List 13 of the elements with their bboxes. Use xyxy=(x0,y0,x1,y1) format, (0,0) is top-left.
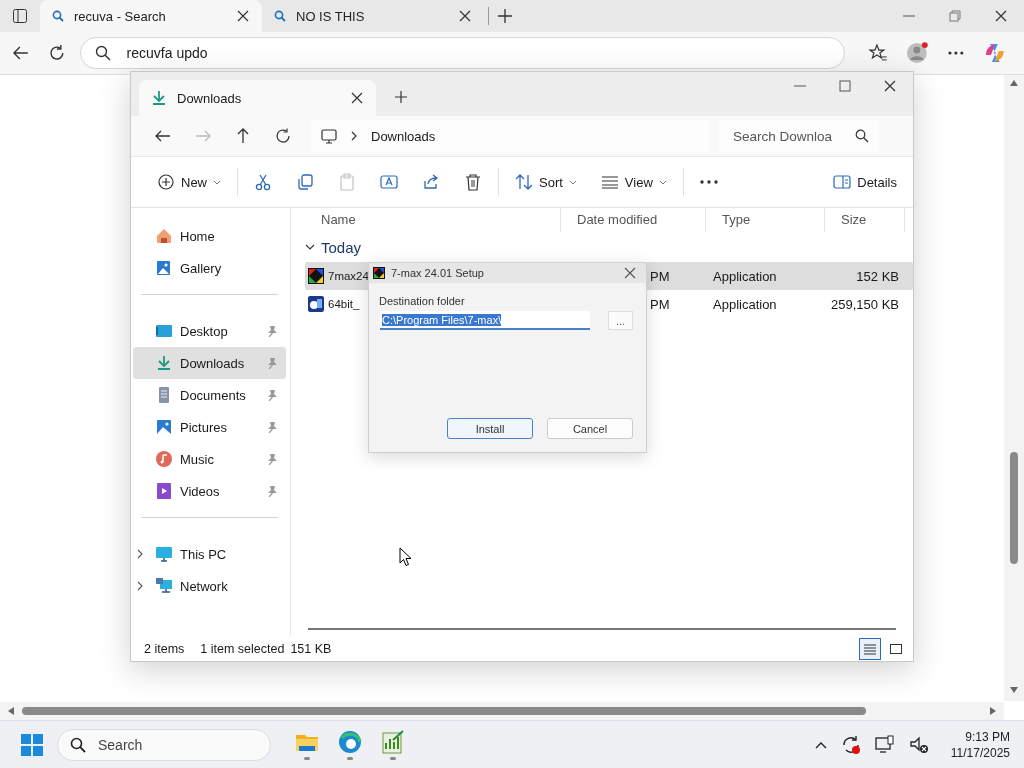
item-count: 2 items xyxy=(144,641,185,656)
size-cell-text: 259,150 KB xyxy=(830,296,900,312)
size-cell-text: 152 KB xyxy=(855,268,900,284)
date-cell: PM xyxy=(650,296,670,312)
field-label: Destination folder xyxy=(379,295,465,307)
dialog-title: 7-max 24.01 Setup xyxy=(391,267,485,279)
type-cell-text: Application xyxy=(712,268,778,284)
date-cell: PM xyxy=(650,268,670,284)
type-cell-text: Application xyxy=(712,296,778,312)
selection-count: 1 item selected xyxy=(200,641,285,656)
file-name: 7max24 xyxy=(328,270,369,282)
file-name: 64bit_ xyxy=(328,298,360,310)
selection-size: 151 KB xyxy=(290,641,332,656)
